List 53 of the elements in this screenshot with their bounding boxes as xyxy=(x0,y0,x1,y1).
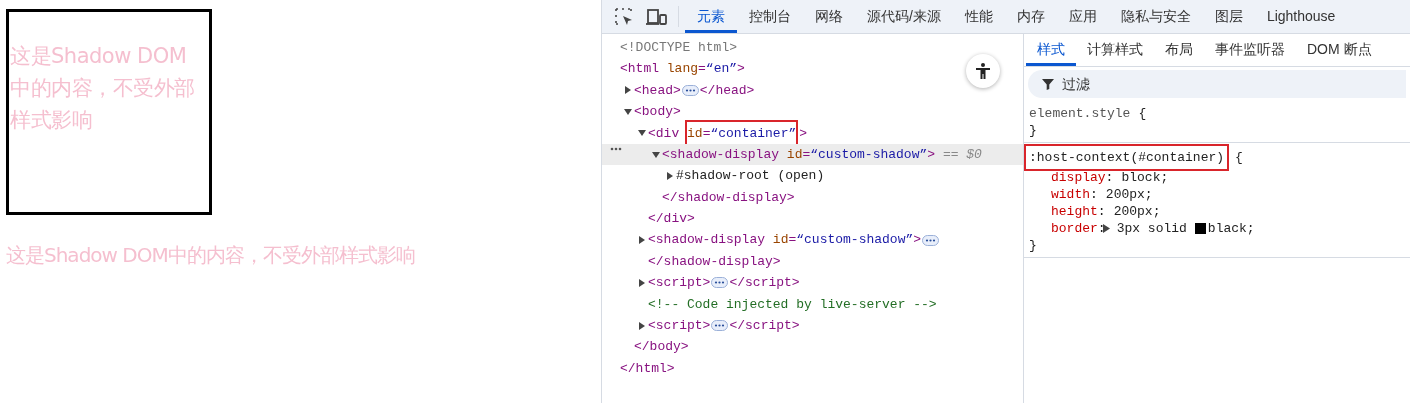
styles-tab[interactable]: 布局 xyxy=(1154,34,1204,66)
closing-tag-line: </div> xyxy=(648,210,695,229)
dom-node-line[interactable]: <script> </script> xyxy=(648,316,800,336)
closing-tag-line: </shadow-display> xyxy=(648,252,781,271)
closing-tag-line: </body> xyxy=(634,338,689,357)
dom-node-line[interactable]: <!DOCTYPE html> xyxy=(620,37,738,58)
styles-tab[interactable]: DOM 断点 xyxy=(1296,34,1383,66)
css-selector[interactable]: :host-context(#container) xyxy=(1026,146,1228,169)
css-property-value[interactable]: 200px; xyxy=(1105,186,1153,203)
dom-node-line[interactable]: <html lang=“en”> xyxy=(620,59,745,79)
styles-tab[interactable]: 计算样式 xyxy=(1076,34,1154,66)
panel-tab[interactable]: 隐私与安全 xyxy=(1108,0,1203,33)
filter-field[interactable]: 过滤 xyxy=(1028,70,1406,98)
colon-text: : xyxy=(1105,169,1114,186)
styles-tab[interactable]: 样式 xyxy=(1026,34,1076,66)
panel-tab[interactable]: 应用 xyxy=(1056,0,1109,33)
panel-tab[interactable]: 源代码/来源 xyxy=(855,0,953,33)
panel-tab[interactable]: 控制台 xyxy=(737,0,803,33)
panel-tab[interactable]: 性能 xyxy=(952,0,1005,33)
panel-tab[interactable]: 图层 xyxy=(1202,0,1255,33)
shadow-content-text: 这是Shadow DOM中的内容，不受外部样式影响 xyxy=(6,242,415,269)
css-property-name[interactable]: height xyxy=(1051,203,1098,220)
closing-tag-line: </html> xyxy=(620,359,675,378)
brace-text: } xyxy=(1029,237,1037,254)
css-property-value[interactable]: block; xyxy=(1121,169,1169,186)
panel-tab[interactable]: 网络 xyxy=(803,0,855,33)
dom-node-line[interactable]: <body> xyxy=(634,102,681,122)
css-property-name[interactable]: border xyxy=(1051,220,1098,237)
dom-node-line[interactable]: <shadow-display id=“custom-shadow”> xyxy=(648,230,941,250)
filter-input[interactable]: 过滤 xyxy=(1062,73,1262,95)
css-selector[interactable]: element.style xyxy=(1029,105,1131,122)
colon-text: : xyxy=(1090,186,1098,203)
dom-node-line[interactable]: <script> </script> xyxy=(648,273,800,293)
css-property-value[interactable]: 200px; xyxy=(1113,203,1161,220)
dom-node-line[interactable]: <div id=“container” > xyxy=(648,121,808,145)
css-property-value[interactable]: black; xyxy=(1207,220,1255,237)
panel-tab[interactable]: 内存 xyxy=(1004,0,1057,33)
brace-text: } xyxy=(1029,122,1037,139)
css-property-name[interactable]: display xyxy=(1051,169,1106,186)
css-property-name[interactable]: width xyxy=(1051,186,1090,203)
shadow-content-text: 这是Shadow DOM中的内容，不受外部样式影响 xyxy=(10,43,195,134)
colon-text: : xyxy=(1097,203,1106,220)
styles-tab[interactable]: 事件监听器 xyxy=(1204,34,1296,66)
panel-tab[interactable]: Lighthouse xyxy=(1254,0,1348,33)
brace-text: { xyxy=(1138,105,1147,122)
dom-node-line[interactable]: <!-- Code injected by live-server --> xyxy=(648,294,937,315)
dom-node-line[interactable]: #shadow-root (open) xyxy=(676,166,825,186)
dom-node-line[interactable]: <head> </head> xyxy=(634,80,755,101)
brace-text: { xyxy=(1235,149,1243,166)
colon-text: : xyxy=(1097,220,1106,237)
css-property-value[interactable]: 3px solid xyxy=(1116,220,1187,237)
panel-tab[interactable]: 元素 xyxy=(685,0,737,33)
closing-tag-line: </shadow-display> xyxy=(662,188,795,207)
